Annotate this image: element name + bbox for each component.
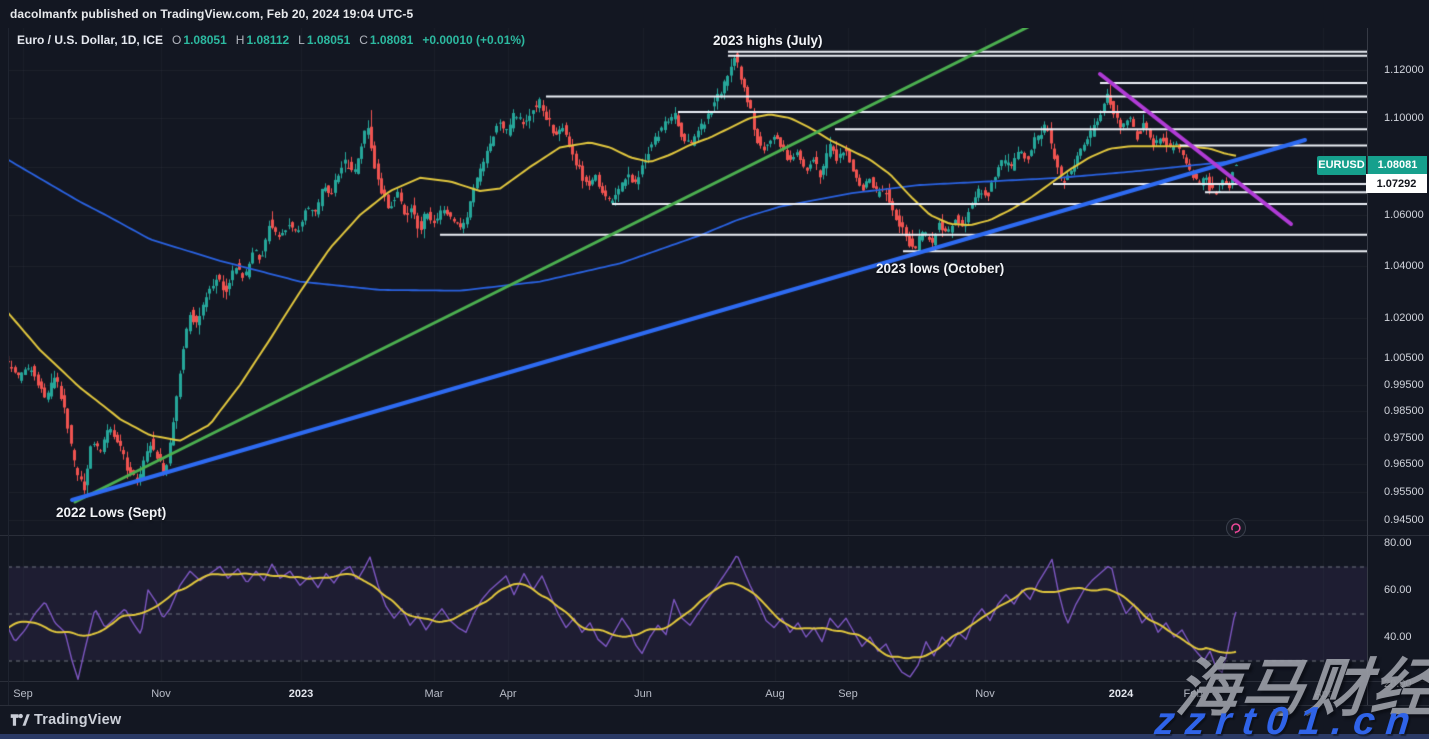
time-tick-label: Apr: [1314, 688, 1332, 700]
symbol-legend[interactable]: Euro / U.S. Dollar, 1D, ICE O 1.08051 H 1.…: [17, 33, 525, 47]
price-tick-label: 1.02000: [1384, 312, 1424, 324]
price-tick-label: 0.95500: [1384, 486, 1424, 498]
open-label: O: [172, 33, 182, 47]
time-tick-label: Mar: [424, 688, 444, 700]
price-tick-label: 1.12000: [1384, 64, 1424, 76]
high-value: 1.08112: [246, 33, 290, 47]
price-tick-label: 0.99500: [1384, 379, 1424, 391]
price-tick-label: 0.97500: [1384, 432, 1424, 444]
plot-right-border: [1367, 28, 1368, 705]
time-tick-label: Sep: [13, 688, 33, 700]
drawing-price-text: 1.07292: [1376, 177, 1417, 190]
bottom-accent-strip: [0, 734, 1429, 739]
price-tick-label: 0.94500: [1384, 514, 1424, 526]
time-tick-label: Aug: [765, 688, 785, 700]
rsi-tick-label: 60.00: [1384, 584, 1412, 596]
price-tick-label: 1.06000: [1384, 209, 1424, 221]
footer-bar: TradingView: [0, 706, 1429, 734]
chart-annotation-text[interactable]: 2023 highs (July): [713, 33, 823, 48]
time-axis-divider: [0, 681, 1429, 682]
price-tick-label: 0.96500: [1384, 458, 1424, 470]
rsi-tick-label: 40.00: [1384, 631, 1412, 643]
high-label: H: [235, 33, 245, 47]
time-tick-label: Nov: [151, 688, 171, 700]
low-label: L: [298, 33, 305, 47]
time-tick-label: Apr: [499, 688, 517, 700]
time-tick-label: Sep: [838, 688, 858, 700]
drawing-price-axis-label: 1.07292: [1366, 174, 1427, 194]
last-price-text: 1.08081: [1377, 159, 1418, 171]
published-info-text: dacolmanfx published on TradingView.com,…: [10, 7, 414, 21]
price-tick-label: 0.98500: [1384, 405, 1424, 417]
chart-annotation-text[interactable]: 2022 Lows (Sept): [56, 505, 166, 520]
tradingview-published-chart: dacolmanfx published on TradingView.com,…: [0, 0, 1429, 739]
close-value: 1.08081: [369, 33, 414, 47]
price-pane-canvas[interactable]: [8, 28, 1367, 535]
symbol-title: Euro / U.S. Dollar, 1D, ICE: [17, 33, 164, 47]
close-label: C: [359, 33, 368, 47]
time-tick-label: Nov: [975, 688, 995, 700]
price-tick-label: 1.00500: [1384, 352, 1424, 364]
symbol-price-flag: EURUSD: [1317, 155, 1366, 175]
price-tick-label: 1.04000: [1384, 260, 1424, 272]
rsi-tick-label: 80.00: [1384, 537, 1412, 549]
change-value: +0.00010 (+0.01%): [422, 33, 526, 47]
price-tick-label: 1.10000: [1384, 112, 1424, 124]
time-tick-label: Feb: [1183, 688, 1203, 700]
published-info-bar: dacolmanfx published on TradingView.com,…: [0, 0, 1429, 29]
chart-annotation-text[interactable]: 2023 lows (October): [876, 261, 1004, 276]
tradingview-wordmark[interactable]: TradingView: [34, 712, 121, 728]
low-value: 1.08051: [306, 33, 351, 47]
chart-status-icon[interactable]: [1226, 518, 1246, 538]
pink-circular-arrow-icon: [1231, 523, 1241, 534]
symbol-price-flag-text: EURUSD: [1318, 159, 1365, 171]
plot-left-border: [8, 28, 9, 705]
last-price-axis-label: 1.08081: [1368, 155, 1427, 175]
time-tick-label: Jun: [634, 688, 652, 700]
pane-divider[interactable]: [0, 535, 1429, 536]
rsi-tick-label: 20.00: [1384, 678, 1412, 690]
time-tick-label: 2023: [288, 688, 314, 700]
rsi-pane-canvas[interactable]: [8, 537, 1367, 681]
open-value: 1.08051: [183, 33, 227, 47]
time-tick-label: 2024: [1108, 688, 1134, 700]
tradingview-logo-icon[interactable]: [10, 712, 30, 728]
